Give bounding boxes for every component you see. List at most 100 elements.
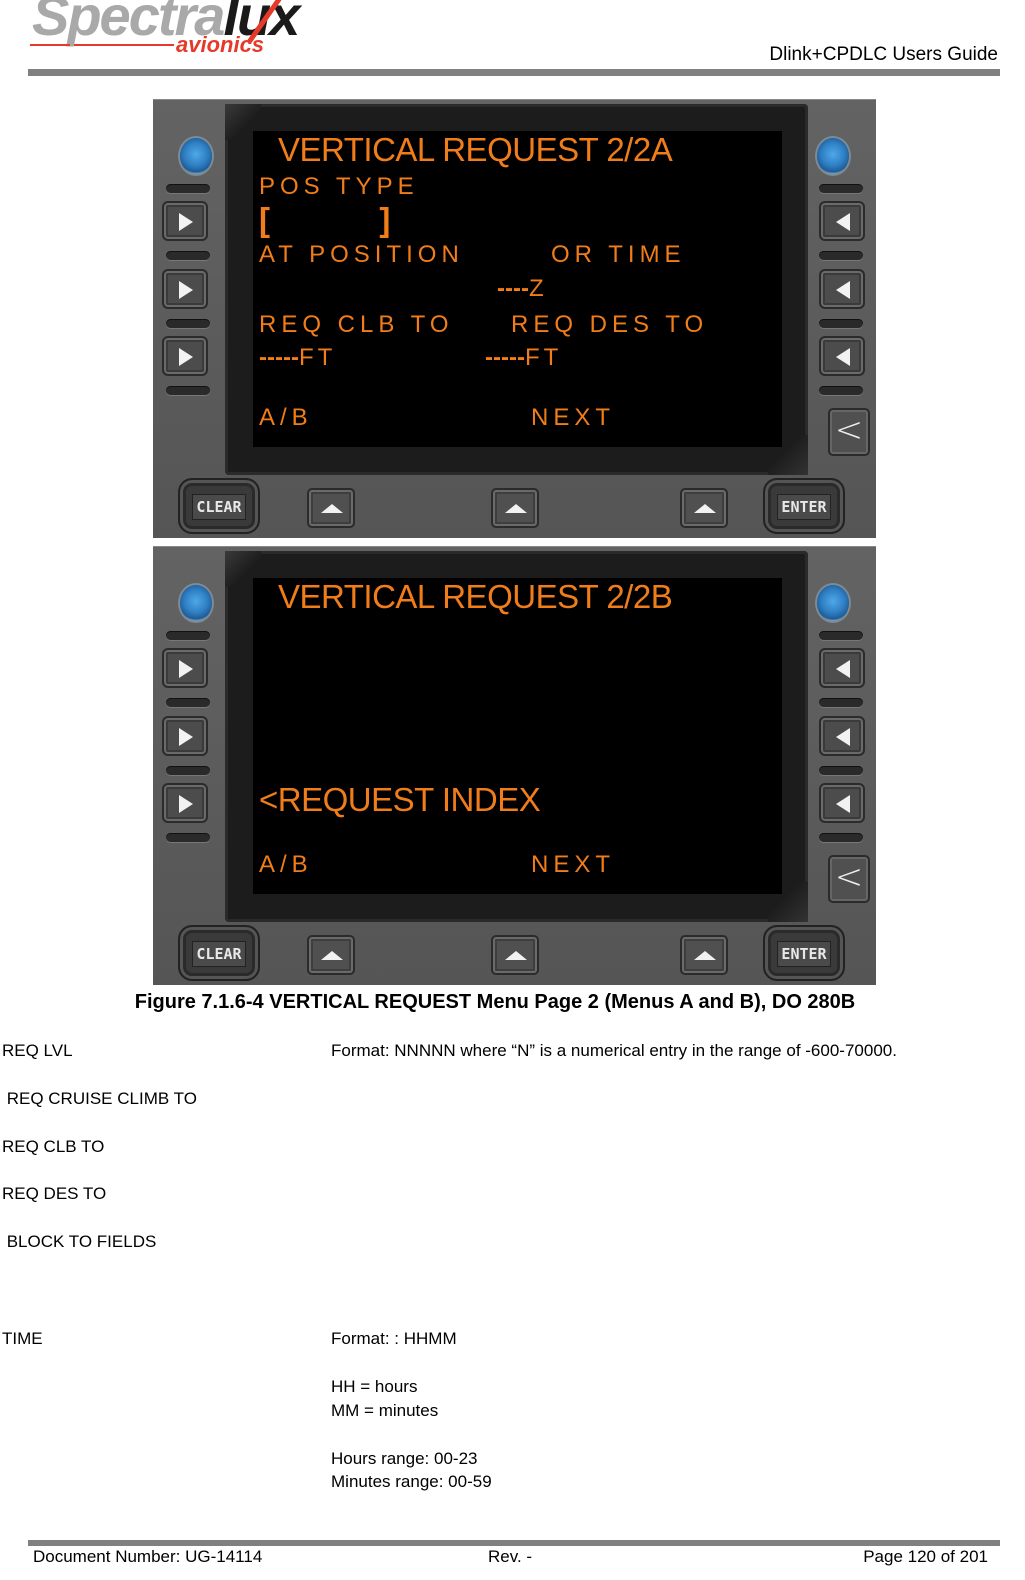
arrow-right-icon	[179, 213, 193, 231]
clear-button-label: CLEAR	[192, 941, 246, 967]
line-select-key-right-1[interactable]	[819, 648, 865, 688]
zulu-suffix: Z	[528, 275, 544, 302]
cdu-screen: VERTICAL REQUEST 2/2A POS TYPE [ ] AT PO…	[253, 131, 782, 447]
clear-button[interactable]: CLEAR	[178, 478, 260, 534]
bottom-select-key-1[interactable]	[307, 935, 355, 975]
line-select-key-right-1[interactable]	[819, 201, 865, 241]
bottom-select-key-3[interactable]	[680, 488, 728, 528]
bottom-select-key-2[interactable]	[491, 488, 539, 528]
enter-button[interactable]: ENTER	[763, 478, 845, 534]
divider-slot	[166, 251, 210, 260]
arrow-up-icon	[321, 504, 343, 513]
figure-caption: Figure 7.1.6-4 VERTICAL REQUEST Menu Pag…	[134, 991, 856, 1013]
arrow-up-icon	[694, 951, 716, 960]
divider-slot	[166, 631, 210, 640]
line-select-key-left-1[interactable]	[162, 201, 208, 241]
field-desc-req-lvl: Format: NNNNN where “N” is a numerical e…	[331, 1041, 897, 1060]
line-select-key-left-1[interactable]	[162, 648, 208, 688]
chevron-left-icon: <	[834, 410, 864, 450]
enter-button-label: ENTER	[777, 494, 831, 520]
at-position-label: AT POSITION	[259, 241, 464, 268]
ft-suffix: FT	[524, 344, 563, 371]
divider-slot	[819, 766, 863, 775]
chevron-left-icon: <	[834, 857, 864, 897]
des-field-placeholder: -----	[485, 344, 525, 371]
bottom-select-key-3[interactable]	[680, 935, 728, 975]
enter-button[interactable]: ENTER	[763, 925, 845, 981]
line-select-key-right-2[interactable]	[819, 269, 865, 309]
req-clb-to-field[interactable]: -----FT	[259, 346, 336, 370]
ab-toggle-label: A/B	[259, 851, 313, 878]
line-select-key-right-3[interactable]	[819, 336, 865, 376]
field-label-req-clb-to: REQ CLB TO	[2, 1137, 105, 1156]
line-select-key-left-2[interactable]	[162, 269, 208, 309]
divider-slot	[819, 319, 863, 328]
request-index-link[interactable]: <REQUEST INDEX	[259, 783, 541, 816]
arrow-up-icon	[505, 504, 527, 513]
arrow-left-icon	[836, 795, 850, 813]
spectralux-logo: Spectralux avionics	[30, 0, 300, 62]
arrow-up-icon	[694, 504, 716, 513]
field-label-block-to-fields: BLOCK TO FIELDS	[2, 1232, 157, 1251]
divider-slot	[819, 184, 863, 193]
page-number: Page 120 of 201	[863, 1547, 988, 1566]
enter-button-label: ENTER	[777, 941, 831, 967]
header-divider	[28, 69, 1000, 76]
screen-title: VERTICAL REQUEST 2/2A	[278, 131, 673, 168]
line-select-key-left-3[interactable]	[162, 783, 208, 823]
brightness-knob-icon[interactable]	[180, 138, 212, 174]
line-select-key-left-3[interactable]	[162, 336, 208, 376]
document-number: Document Number: UG-14114	[33, 1547, 263, 1566]
cdu-panel-menu-a: < VERTICAL REQUEST 2/2A POS TYPE [ ] AT …	[153, 99, 876, 538]
line-select-key-right-3[interactable]	[819, 783, 865, 823]
pos-type-label: POS TYPE	[259, 173, 419, 200]
req-clb-to-label: REQ CLB TO	[259, 311, 454, 338]
next-label: NEXT	[531, 404, 616, 431]
arrow-left-icon	[836, 348, 850, 366]
arrow-right-icon	[179, 795, 193, 813]
divider-slot	[166, 833, 210, 842]
divider-slot	[819, 386, 863, 395]
clear-button-label: CLEAR	[192, 494, 246, 520]
or-time-label: OR TIME	[551, 241, 686, 268]
screen-title: VERTICAL REQUEST 2/2B	[278, 578, 673, 615]
ab-toggle-label: A/B	[259, 404, 313, 431]
pos-type-field[interactable]: [ ]	[259, 203, 394, 236]
bottom-select-key-2[interactable]	[491, 935, 539, 975]
back-key[interactable]: <	[828, 855, 870, 903]
time-field[interactable]: ----Z	[497, 277, 544, 301]
field-label-time: TIME	[2, 1329, 43, 1348]
arrow-right-icon	[179, 348, 193, 366]
divider-slot	[166, 319, 210, 328]
arrow-right-icon	[179, 728, 193, 746]
divider-slot	[166, 766, 210, 775]
time-mm-desc: MM = minutes	[331, 1401, 439, 1420]
line-select-key-left-2[interactable]	[162, 716, 208, 756]
divider-slot	[166, 698, 210, 707]
divider-slot	[819, 251, 863, 260]
brightness-knob-icon[interactable]	[817, 585, 849, 621]
req-des-to-field[interactable]: -----FT	[485, 346, 562, 370]
logo-red-line	[74, 44, 174, 46]
line-select-key-right-2[interactable]	[819, 716, 865, 756]
logo-red-line	[30, 44, 70, 46]
field-label-req-des-to: REQ DES TO	[2, 1184, 107, 1203]
divider-slot	[166, 184, 210, 193]
next-label: NEXT	[531, 851, 616, 878]
clear-button[interactable]: CLEAR	[178, 925, 260, 981]
time-minutes-range: Minutes range: 00-59	[331, 1472, 492, 1491]
divider-slot	[166, 386, 210, 395]
arrow-left-icon	[836, 728, 850, 746]
bottom-select-key-1[interactable]	[307, 488, 355, 528]
ft-suffix: FT	[298, 344, 337, 371]
req-des-to-label: REQ DES TO	[511, 311, 709, 338]
cdu-screen: VERTICAL REQUEST 2/2B <REQUEST INDEX A/B…	[253, 578, 782, 894]
revision: Rev. -	[488, 1547, 533, 1566]
time-hh-desc: HH = hours	[331, 1377, 418, 1396]
back-key[interactable]: <	[828, 408, 870, 456]
arrow-up-icon	[505, 951, 527, 960]
brightness-knob-icon[interactable]	[817, 138, 849, 174]
time-format: Format: : HHMM	[331, 1329, 457, 1348]
arrow-left-icon	[836, 213, 850, 231]
brightness-knob-icon[interactable]	[180, 585, 212, 621]
